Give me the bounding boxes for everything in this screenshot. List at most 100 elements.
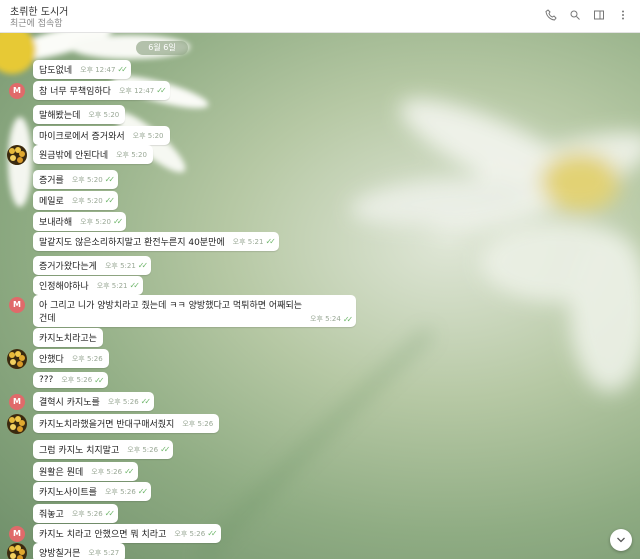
- message-text: 마이크로에서 증거와서: [39, 132, 125, 142]
- message-text-wrap: 카지노치라고는: [39, 331, 97, 344]
- message-bubble[interactable]: 말같지도 않은소리하지말고 환전누른지 40분만에 오후 5:21 ✓✓: [33, 232, 279, 251]
- message-timestamp: 오후 5:26: [182, 419, 214, 428]
- message-timestamp: 오후 5:24: [310, 315, 341, 323]
- message-timestamp: 오후 5:26: [71, 354, 103, 363]
- message-time: 오후 5:26: [72, 354, 103, 364]
- message-time: 오후 5:26 ✓✓: [72, 509, 115, 519]
- message-timestamp: 오후 5:21: [104, 261, 136, 270]
- read-check-icon: ✓✓: [265, 237, 276, 246]
- message-time: 오후 5:26 ✓✓: [104, 487, 149, 497]
- read-check-icon: ✓✓: [94, 375, 105, 385]
- message-timestamp: 오후 5:27: [88, 548, 120, 557]
- message-text-wrap: 마이크로에서 증거와서: [39, 129, 125, 142]
- more-vertical-icon[interactable]: [616, 8, 630, 22]
- avatar[interactable]: M: [9, 526, 25, 542]
- message-bubble[interactable]: 안했다 오후 5:26: [33, 349, 109, 368]
- message-time: 오후 5:26 ✓✓: [107, 397, 151, 407]
- message-bubble[interactable]: 카지노치라했을거면 반대구매서줬지 오후 5:26: [33, 414, 220, 433]
- chat-area[interactable]: 6월 6일 답도없네 오후 12:47 ✓✓ 참 너무 무책임하다 오후 12:47 ✓✓…: [0, 32, 640, 559]
- chat-header: 초뤼한 도시거 최근에 접속함: [0, 0, 640, 33]
- message-time: 오후 5:26: [182, 419, 213, 429]
- message-row: 증거를 오후 5:20 ✓✓: [33, 170, 119, 189]
- message-bubble[interactable]: 원금밖에 안된다네 오후 5:20: [33, 145, 153, 164]
- message-text-wrap: 메일로: [39, 194, 64, 207]
- avatar[interactable]: M: [9, 394, 25, 410]
- phone-icon[interactable]: [544, 8, 558, 22]
- message-text: 말해봤는데: [39, 111, 81, 121]
- chevron-down-icon: [617, 537, 625, 543]
- message-text: 증거를: [39, 176, 64, 186]
- message-bubble[interactable]: 증거가왔다는게 오후 5:21 ✓✓: [33, 256, 152, 275]
- message-row: 결혁시 카지노를 오후 5:26 ✓✓: [33, 392, 155, 411]
- message-row: 원활은 뭔데 오후 5:26 ✓✓: [33, 462, 138, 481]
- message-time: 오후 12:47 ✓✓: [119, 86, 167, 96]
- message-row: 메일로 오후 5:20 ✓✓: [33, 191, 119, 210]
- message-bubble[interactable]: 결혁시 카지노를 오후 5:26 ✓✓: [33, 392, 155, 411]
- message-text-wrap: 증거가왔다는게: [39, 259, 97, 272]
- avatar[interactable]: M: [9, 83, 25, 99]
- avatar-image[interactable]: [7, 349, 27, 369]
- message-text-wrap: 답도없네: [39, 63, 72, 76]
- message-timestamp: 오후 5:26: [127, 445, 159, 454]
- message-bubble[interactable]: 보내라해 오후 5:20 ✓✓: [33, 212, 127, 231]
- avatar-image[interactable]: [7, 414, 27, 434]
- message-text: 줘놓고: [39, 510, 64, 520]
- message-bubble[interactable]: 그럼 카지노 치지말고 오후 5:26 ✓✓: [33, 440, 174, 459]
- search-icon[interactable]: [568, 8, 582, 22]
- message-timestamp: 오후 5:26: [61, 376, 93, 384]
- message-text-wrap: 카지노 치라고 안했으면 뭐 치라고: [39, 527, 166, 540]
- message-time: 오후 5:21 ✓✓: [233, 237, 276, 247]
- message-time: 오후 5:26 ✓✓: [91, 467, 134, 477]
- message-text-wrap: 증거를: [39, 173, 64, 186]
- message-bubble[interactable]: 증거를 오후 5:20 ✓✓: [33, 170, 119, 189]
- message-text: 답도없네: [39, 66, 73, 76]
- sidebar-icon[interactable]: [592, 8, 606, 22]
- message-text-wrap: 말같지도 않은소리하지말고 환전누른지 40분만에: [39, 235, 225, 248]
- message-timestamp: 오후 5:20: [71, 175, 103, 184]
- message-bubble[interactable]: 줘놓고 오후 5:26 ✓✓: [33, 504, 119, 523]
- message-bubble[interactable]: 카지노 치라고 안했으면 뭐 치라고 오후 5:26 ✓✓: [33, 524, 221, 543]
- message-bubble[interactable]: 인정해야하나 오후 5:21 ✓✓: [33, 276, 143, 295]
- message-text: 아 그리고 니가 양방치라고 줬는데 ㅋㅋ 양방했다고 먹튀하면 어째되는: [39, 301, 303, 311]
- message-bubble[interactable]: 카지노치라고는: [33, 328, 103, 347]
- message-bubble[interactable]: 원활은 뭔데 오후 5:26 ✓✓: [33, 462, 138, 481]
- message-row: 원금밖에 안된다네 오후 5:20: [33, 145, 153, 164]
- message-time: 오후 5:20 ✓✓: [80, 217, 123, 227]
- message-row: 답도없네 오후 12:47 ✓✓: [33, 60, 131, 79]
- message-bubble[interactable]: 말해봤는데 오후 5:20: [33, 105, 126, 124]
- message-timestamp: 오후 5:20: [71, 196, 103, 205]
- message-time: 오후 5:20: [88, 110, 119, 120]
- read-check-icon: ✓✓: [342, 314, 354, 324]
- message-bubble[interactable]: 양방칠거믄 오후 5:27: [33, 543, 126, 559]
- message-timestamp: 오후 5:26: [107, 397, 139, 406]
- message-text: 인정해야하나: [39, 282, 89, 292]
- message-text-wrap: 원활은 뭔데: [39, 465, 83, 478]
- read-check-icon: ✓✓: [129, 281, 141, 290]
- message-row: 아 그리고 니가 양방치라고 줬는데 ㅋㅋ 양방했다고 먹튀하면 어째되는 건데 오…: [33, 295, 357, 327]
- message-bubble[interactable]: ??? 오후 5:26 ✓✓: [33, 372, 108, 388]
- scroll-down-button[interactable]: [610, 529, 632, 551]
- read-check-icon: ✓✓: [137, 487, 149, 496]
- message-bubble[interactable]: 메일로 오후 5:20 ✓✓: [33, 191, 119, 210]
- message-row: 보내라해 오후 5:20 ✓✓: [33, 212, 127, 231]
- avatar-image[interactable]: [7, 145, 27, 165]
- message-timestamp: 오후 5:20: [80, 217, 111, 226]
- message-row: 마이크로에서 증거와서 오후 5:20: [33, 126, 170, 145]
- message-text-wrap: 안했다: [39, 352, 64, 365]
- message-timestamp: 오후 5:26: [91, 467, 123, 476]
- avatar[interactable]: M: [9, 297, 25, 313]
- message-row: ??? 오후 5:26 ✓✓: [33, 372, 108, 388]
- message-text: 양방칠거믄: [39, 549, 81, 559]
- message-text-wrap: 카지노치라했을거면 반대구매서줬지: [39, 417, 174, 430]
- message-time: 오후 5:20 ✓✓: [71, 175, 115, 185]
- message-bubble[interactable]: 답도없네 오후 12:47 ✓✓: [33, 60, 131, 79]
- message-time: 오후 5:21 ✓✓: [97, 281, 141, 291]
- avatar-image[interactable]: [7, 543, 27, 559]
- message-timestamp: 오후 5:26: [104, 487, 136, 496]
- message-bubble[interactable]: 카지노사이트를 오후 5:26 ✓✓: [33, 482, 152, 501]
- message-bubble[interactable]: 아 그리고 니가 양방치라고 줬는데 ㅋㅋ 양방했다고 먹튀하면 어째되는 건데 오…: [33, 295, 357, 327]
- message-bubble[interactable]: 마이크로에서 증거와서 오후 5:20: [33, 126, 170, 145]
- message-bubble[interactable]: 참 너무 무책임하다 오후 12:47 ✓✓: [33, 81, 170, 100]
- read-check-icon: ✓✓: [207, 529, 218, 538]
- message-time: 오후 5:26 ✓✓: [174, 529, 218, 539]
